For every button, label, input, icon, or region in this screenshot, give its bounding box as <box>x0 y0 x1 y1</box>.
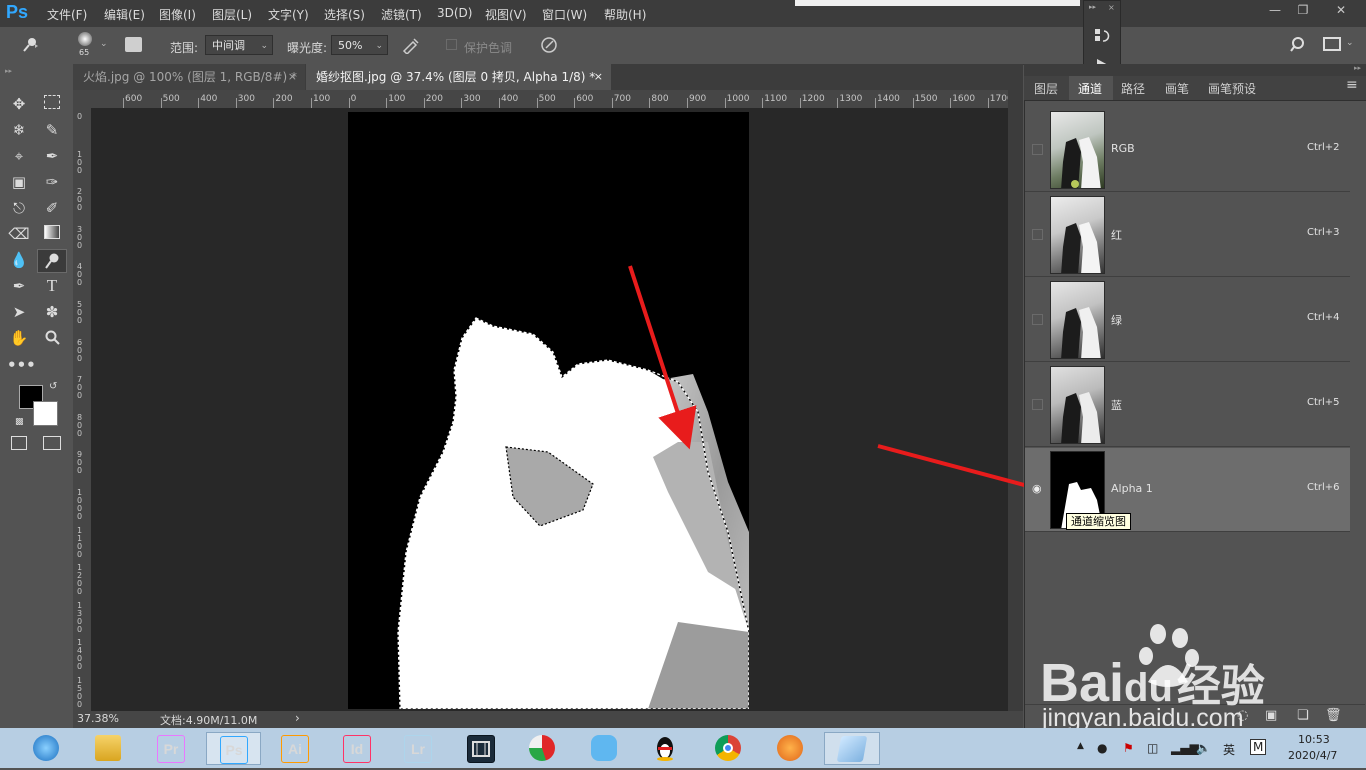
illustrator-label: Ai <box>288 741 302 757</box>
indesign-icon: Id <box>343 735 371 763</box>
taskbar-qq[interactable] <box>645 732 685 765</box>
status-bar: 37.38% 文档:4.90M/11.0M › <box>73 711 1023 728</box>
folder-icon <box>95 735 121 761</box>
premiere-icon: Pr <box>157 735 185 763</box>
panel-collapse-icon[interactable]: ▸▸ <box>1354 64 1361 72</box>
taskbar-app-blue-bird[interactable] <box>584 732 624 765</box>
visibility-toggle[interactable] <box>1032 229 1043 240</box>
ime-indicator[interactable]: 英 <box>1223 741 1235 758</box>
qq-penguin-icon <box>652 735 678 761</box>
visibility-toggle[interactable] <box>1032 314 1043 325</box>
document-info: 文档:4.90M/11.0M <box>160 714 258 727</box>
channel-thumbnail[interactable] <box>1050 281 1105 359</box>
taskbar-browser[interactable] <box>26 732 66 765</box>
tray-qq-icon[interactable]: ● <box>1097 741 1107 755</box>
new-channel-icon[interactable]: ❏ <box>1297 708 1309 723</box>
tab-brush[interactable]: 画笔 <box>1165 80 1189 97</box>
lightroom-icon: Lr <box>404 735 432 763</box>
channel-shortcut: Ctrl+4 <box>1307 312 1340 323</box>
taskbar-explorer[interactable] <box>88 732 128 765</box>
arrow-to-veil <box>628 265 697 450</box>
channel-name: 蓝 <box>1111 399 1122 412</box>
app-orange-icon <box>777 735 803 761</box>
taskbar-video-editor[interactable] <box>460 732 500 765</box>
tray-expand-icon[interactable]: ▲ <box>1077 741 1084 751</box>
channel-row-red[interactable]: 红 Ctrl+3 <box>1025 193 1350 277</box>
chrome-icon <box>715 735 741 761</box>
clock-time[interactable]: 10:53 <box>1298 733 1330 746</box>
taskbar-lightroom[interactable]: Lr <box>397 732 437 765</box>
channel-name: 红 <box>1111 229 1122 242</box>
app-icon <box>529 735 555 761</box>
save-selection-icon[interactable]: ▣ <box>1265 708 1277 723</box>
channel-thumbnail[interactable] <box>1050 196 1105 274</box>
delete-channel-icon[interactable]: 🗑 <box>1325 708 1342 723</box>
premiere-label: Pr <box>163 741 179 757</box>
tray-network-icon[interactable]: ▂▄▆ <box>1171 741 1199 755</box>
taskbar-illustrator[interactable]: Ai <box>274 732 314 765</box>
tab-layers[interactable]: 图层 <box>1034 80 1058 97</box>
channel-name: 绿 <box>1111 314 1122 327</box>
channel-shortcut: Ctrl+3 <box>1307 227 1340 238</box>
taskbar-premiere[interactable]: Pr <box>150 732 190 765</box>
panel-menu-icon[interactable]: ≡ <box>1346 77 1358 93</box>
channel-row-green[interactable]: 绿 Ctrl+4 <box>1025 278 1350 362</box>
channel-thumbnail[interactable] <box>1050 366 1105 444</box>
tab-paths[interactable]: 路径 <box>1121 80 1145 97</box>
notepad-icon <box>836 736 868 762</box>
bird-icon <box>591 735 617 761</box>
tab-brush-presets[interactable]: 画笔预设 <box>1208 80 1256 97</box>
panel-header-strip: ▸▸ <box>1024 64 1366 76</box>
ime-mode-indicator[interactable]: M <box>1250 739 1267 755</box>
channel-name: RGB <box>1111 142 1135 155</box>
photoshop-icon: Ps <box>220 736 248 764</box>
lightroom-label: Lr <box>411 741 425 757</box>
taskbar-chrome[interactable] <box>708 732 748 765</box>
taskbar-photoshop[interactable]: Ps <box>206 732 261 765</box>
status-menu-arrow[interactable]: › <box>295 711 300 725</box>
indesign-label: Id <box>350 741 364 757</box>
visibility-toggle[interactable] <box>1032 144 1043 155</box>
windows-taskbar: Pr Ps Ai Id Lr ▲ ● ⚑ ◫ ▂▄▆ � <box>0 728 1366 768</box>
channel-shortcut: Ctrl+5 <box>1307 397 1340 408</box>
taskbar-notepad[interactable] <box>824 732 880 765</box>
zoom-level[interactable]: 37.38% <box>77 712 119 725</box>
channel-row-rgb[interactable]: RGB Ctrl+2 <box>1025 108 1350 192</box>
channel-shortcut: Ctrl+2 <box>1307 142 1340 153</box>
channel-row-blue[interactable]: 蓝 Ctrl+5 <box>1025 363 1350 447</box>
photoshop-label: Ps <box>225 742 243 758</box>
taskbar-app-orange[interactable] <box>770 732 810 765</box>
tray-device-icon[interactable]: ◫ <box>1147 741 1158 755</box>
tray-security-icon[interactable]: ⚑ <box>1123 741 1134 755</box>
film-icon <box>467 735 495 763</box>
tooltip: 通道缩览图 <box>1066 513 1131 530</box>
channel-thumbnail[interactable] <box>1050 111 1105 189</box>
taskbar-indesign[interactable]: Id <box>336 732 376 765</box>
channel-name: Alpha 1 <box>1111 482 1153 495</box>
clock-date[interactable]: 2020/4/7 <box>1288 749 1337 762</box>
channel-shortcut: Ctrl+6 <box>1307 482 1340 493</box>
tray-volume-icon[interactable]: 🔈 <box>1196 741 1211 755</box>
illustrator-icon: Ai <box>281 735 309 763</box>
taskbar-app-red-green[interactable] <box>522 732 562 765</box>
tab-channels[interactable]: 通道 <box>1078 80 1102 97</box>
panel-tab-bar: 图层 通道 路径 画笔 画笔预设 ≡ <box>1024 76 1366 101</box>
browser-icon <box>33 735 59 761</box>
visibility-toggle[interactable] <box>1032 399 1043 410</box>
eye-icon[interactable]: ◉ <box>1032 482 1043 495</box>
